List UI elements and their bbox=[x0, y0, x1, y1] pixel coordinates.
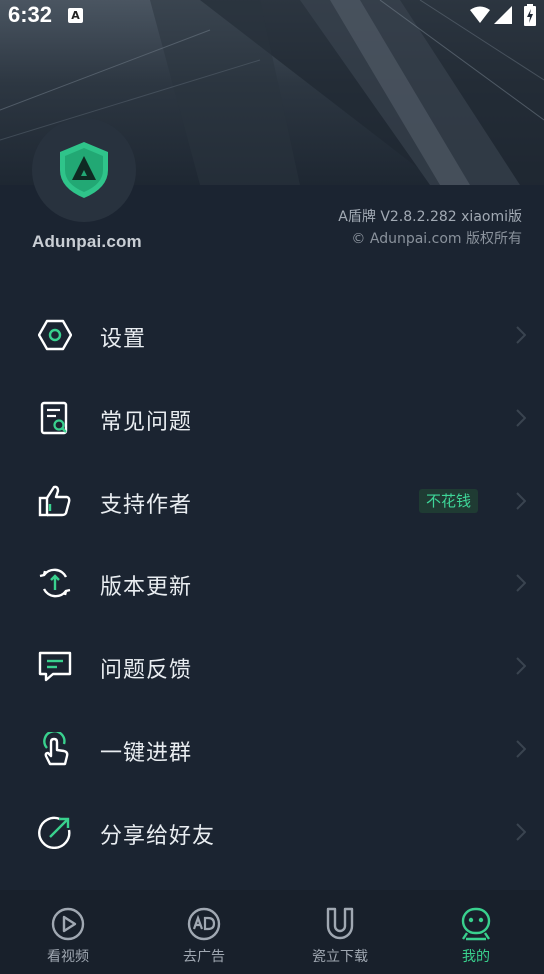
battery-icon bbox=[524, 4, 536, 30]
tab-mine[interactable]: 我的 bbox=[408, 890, 544, 974]
menu-item-share[interactable]: 分享给好友 bbox=[0, 791, 544, 874]
chevron-right-icon bbox=[516, 740, 526, 758]
chevron-right-icon bbox=[516, 326, 526, 344]
profile-face-icon bbox=[461, 907, 491, 941]
ad-block-icon bbox=[187, 907, 221, 941]
settings-menu: 设置 常见问题 支持作者 不花钱 版本更新 问题反馈 一键进群 分享给好友 bbox=[0, 294, 544, 874]
menu-item-label: 分享给好友 bbox=[100, 823, 216, 849]
status-bar: 6:32 A bbox=[0, 0, 544, 32]
play-video-icon bbox=[51, 907, 85, 941]
share-arrow-icon bbox=[38, 816, 71, 849]
menu-item-label: 设置 bbox=[100, 327, 147, 352]
tab-remove-ads[interactable]: 去广告 bbox=[136, 890, 272, 974]
chevron-right-icon bbox=[516, 574, 526, 593]
copyright-info: © Adunpai.com 版权所有 bbox=[351, 231, 522, 247]
free-badge: 不花钱 bbox=[419, 488, 479, 513]
menu-item-label: 常见问题 bbox=[100, 409, 193, 435]
tab-label: 我的 bbox=[462, 949, 490, 965]
tab-watch-video[interactable]: 看视频 bbox=[0, 890, 136, 974]
menu-item-feedback[interactable]: 问题反馈 bbox=[0, 625, 544, 708]
menu-item-label: 一键进群 bbox=[100, 740, 193, 766]
version-info: A盾牌 V2.8.2.282 xiaomi版 bbox=[338, 209, 522, 225]
settings-hexagon-icon bbox=[38, 319, 72, 351]
app-logo[interactable] bbox=[32, 118, 136, 222]
chevron-right-icon bbox=[516, 491, 526, 510]
menu-item-faq[interactable]: 常见问题 bbox=[0, 377, 544, 460]
menu-item-label: 支持作者 bbox=[100, 492, 193, 518]
app-notification-icon: A bbox=[68, 8, 83, 23]
tab-label: 看视频 bbox=[47, 949, 89, 965]
menu-item-settings[interactable]: 设置 bbox=[0, 294, 544, 377]
chevron-right-icon bbox=[516, 409, 526, 427]
update-refresh-icon bbox=[39, 569, 71, 598]
signal-icon bbox=[494, 6, 512, 28]
chevron-right-icon bbox=[516, 823, 526, 841]
feedback-chat-icon bbox=[38, 651, 72, 682]
tap-hand-icon bbox=[43, 731, 69, 766]
profile-header: 6:32 A Adunpai.com A盾牌 V2.8.2.282 xiaomi… bbox=[0, 0, 544, 290]
tab-label: 瓷立下载 bbox=[312, 949, 368, 965]
menu-item-label: 问题反馈 bbox=[100, 658, 193, 684]
thumbs-up-icon bbox=[38, 485, 71, 516]
faq-document-icon bbox=[40, 401, 68, 434]
magnet-icon bbox=[326, 907, 354, 940]
tab-magnet-download[interactable]: 瓷立下载 bbox=[272, 890, 408, 974]
bottom-tab-bar: 看视频 去广告 瓷立下载 我的 bbox=[0, 890, 544, 974]
brand-name: Adunpai.com bbox=[32, 232, 142, 251]
wifi-icon bbox=[470, 6, 490, 28]
status-time: 6:32 bbox=[8, 2, 53, 27]
menu-item-version-update[interactable]: 版本更新 bbox=[0, 542, 544, 625]
menu-item-join-group[interactable]: 一键进群 bbox=[0, 708, 544, 791]
chevron-right-icon bbox=[516, 657, 526, 675]
menu-item-support-author[interactable]: 支持作者 不花钱 bbox=[0, 460, 544, 543]
menu-item-label: 版本更新 bbox=[100, 575, 193, 601]
tab-label: 去广告 bbox=[183, 949, 225, 965]
shield-logo-icon bbox=[60, 142, 108, 198]
